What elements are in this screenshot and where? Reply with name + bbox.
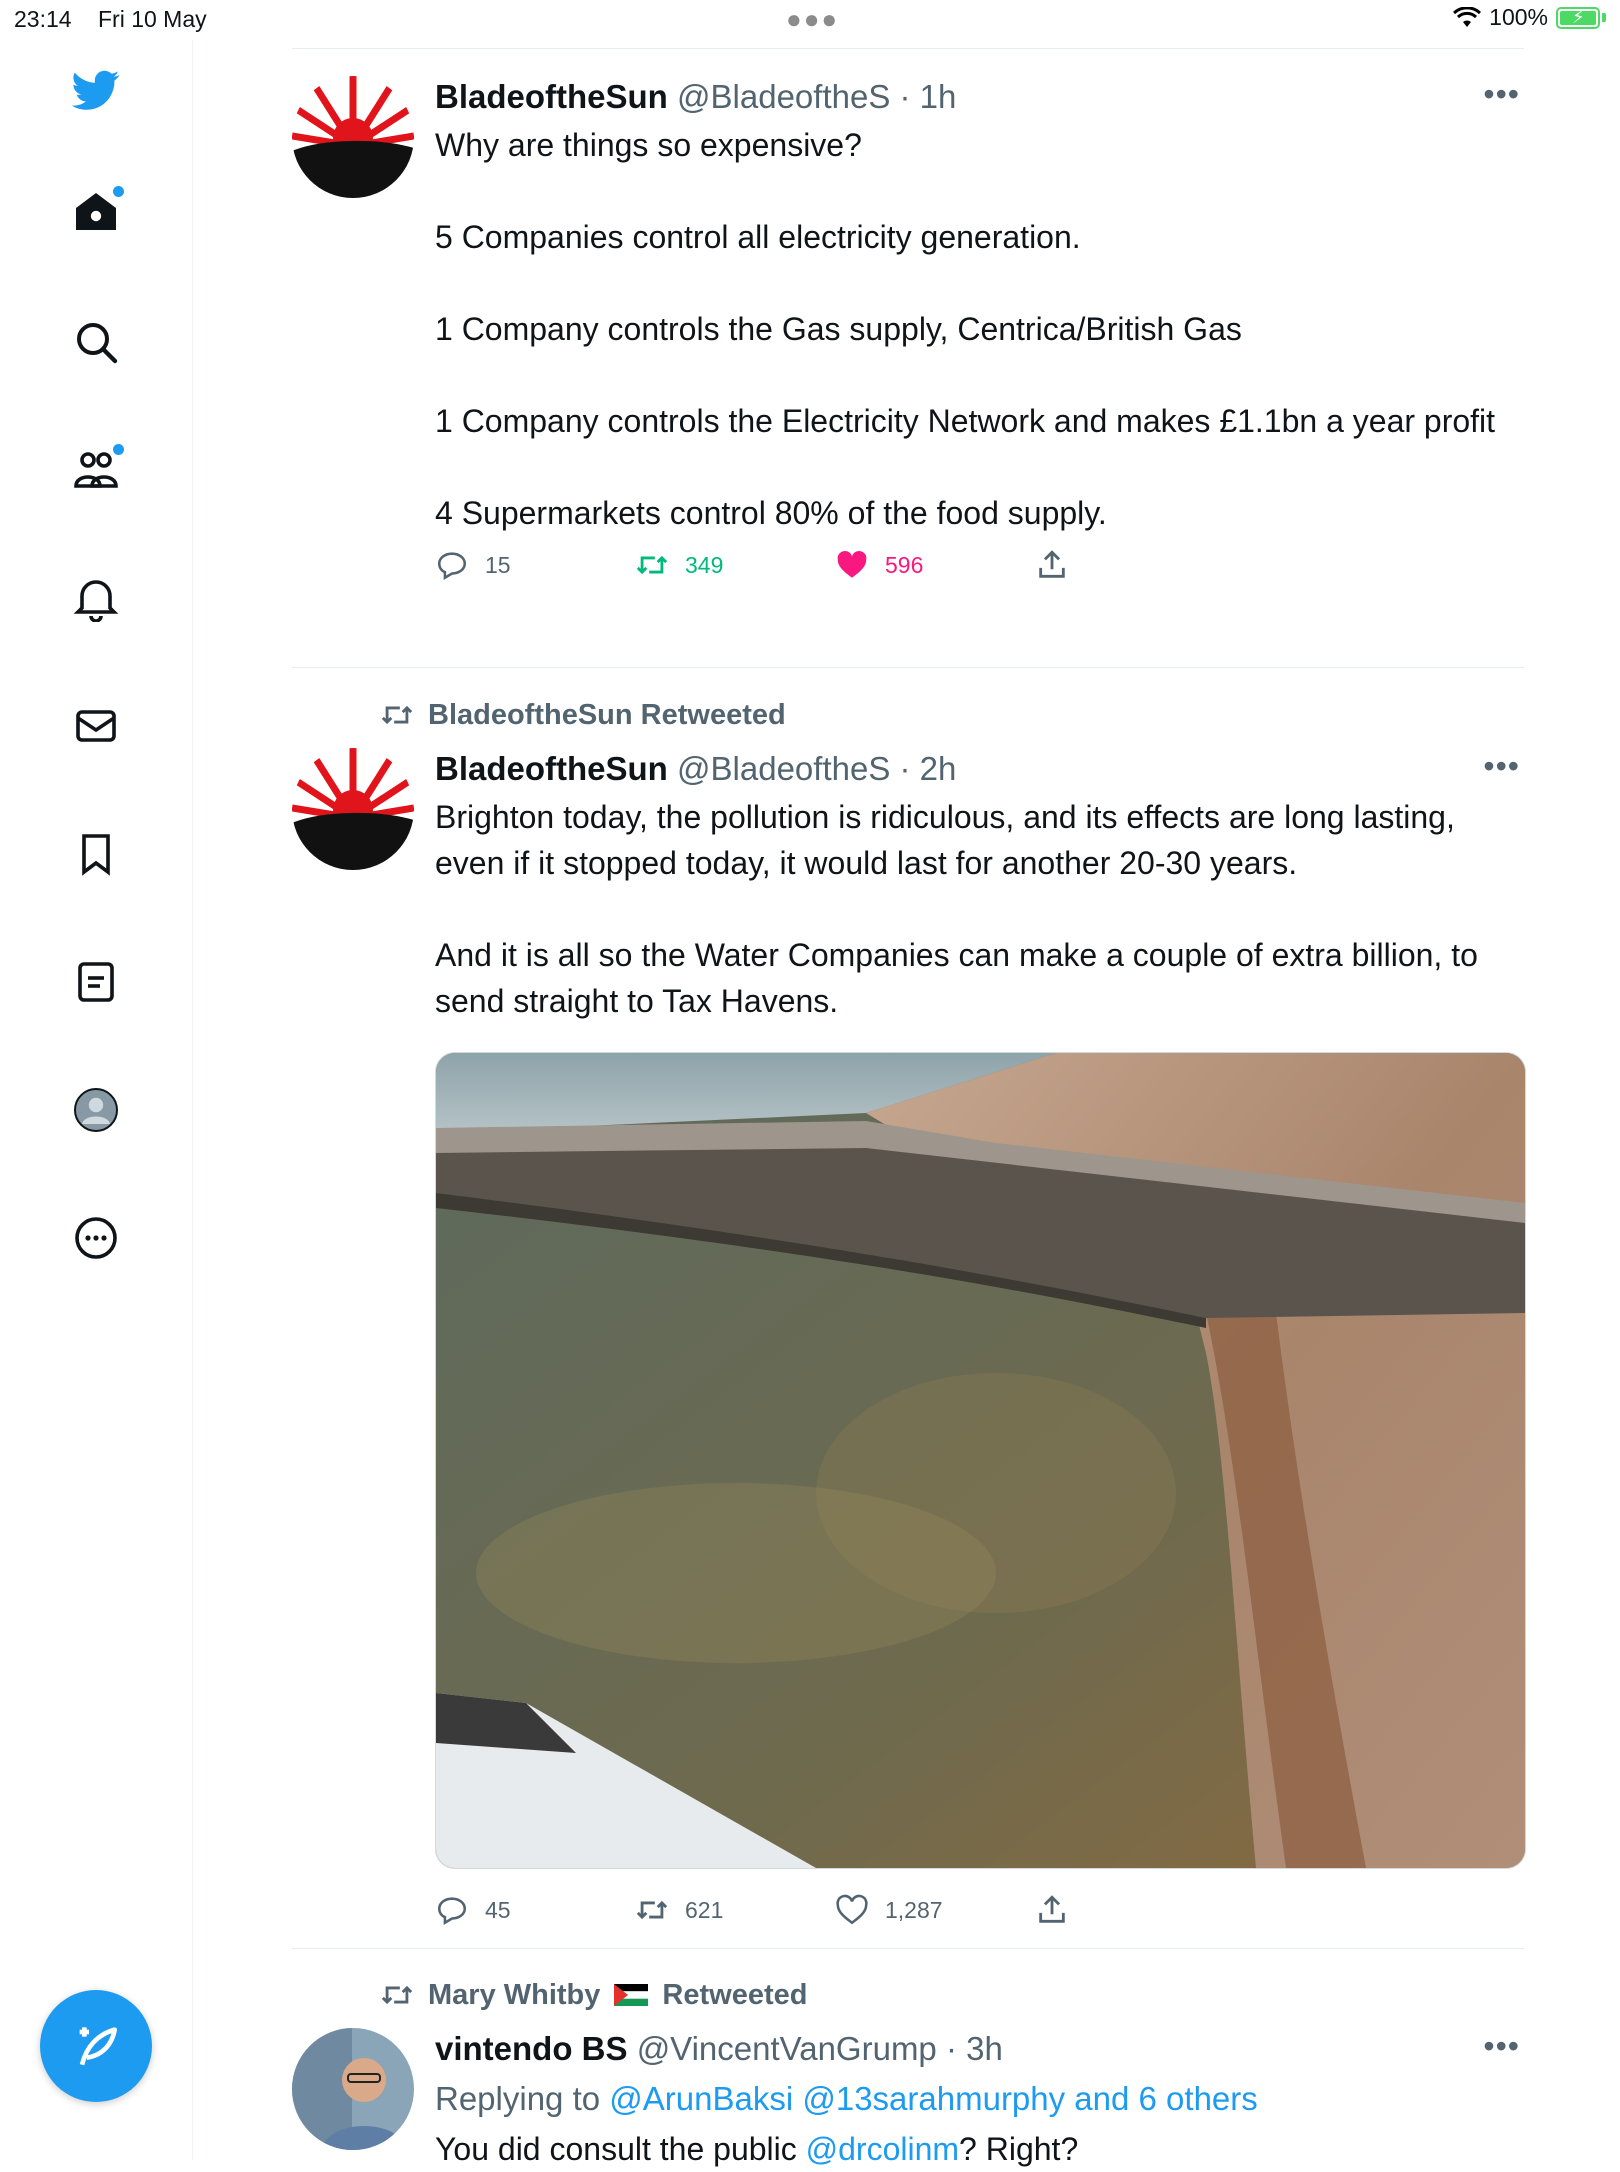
bell-icon[interactable] — [66, 568, 126, 628]
reply-count: 45 — [485, 1896, 511, 1923]
tweet-photo[interactable] — [435, 1052, 1526, 1869]
twitter-logo-icon[interactable] — [66, 60, 126, 120]
share-icon — [1039, 1895, 1065, 1923]
feed-divider — [292, 48, 1524, 49]
battery-percent: 100% — [1489, 4, 1548, 30]
compose-feather-icon — [79, 2027, 117, 2066]
retweet-count: 621 — [685, 1896, 724, 1923]
tweet-text: Why are things so expensive? 5 Companies… — [435, 127, 1496, 531]
battery-icon: ⚡ — [1556, 6, 1600, 29]
retweet-count: 349 — [685, 551, 724, 578]
display-name[interactable]: BladeoftheSun — [435, 750, 668, 787]
palestine-flag-icon — [614, 1984, 649, 2006]
status-date: Fri 10 May — [98, 6, 207, 32]
tweet-content: vintendo BS @VincentVanGrump · 3h ••• Re… — [435, 2028, 1524, 2172]
like-button[interactable]: 596 — [835, 548, 923, 582]
avatar[interactable] — [292, 2028, 414, 2150]
sidebar-nav — [0, 40, 193, 2160]
retweet-icon — [381, 1985, 413, 2005]
retweeted-by-label: BladeoftheSun Retweeted — [428, 698, 786, 731]
retweeted-by-name: Mary Whitby — [428, 1978, 601, 2011]
tweet-header: vintendo BS @VincentVanGrump · 3h — [435, 2028, 1524, 2070]
like-count: 1,287 — [885, 1896, 943, 1923]
user-handle[interactable]: @VincentVanGrump — [637, 2030, 937, 2067]
tweet-text-start: You did consult the public — [435, 2131, 806, 2167]
like-button[interactable]: 1,287 — [835, 1893, 943, 1927]
tweet-more-icon[interactable]: ••• — [1483, 76, 1520, 113]
feed-divider — [292, 1948, 1524, 1949]
status-right: 100% ⚡ — [1453, 4, 1606, 31]
status-time: 23:14 — [14, 6, 72, 32]
tweet-header: BladeoftheSun @BladeoftheS · 2h — [435, 748, 1524, 790]
home-icon[interactable] — [66, 182, 126, 242]
user-handle[interactable]: @BladeoftheS — [677, 750, 890, 787]
retweet-context[interactable]: Mary Whitby Retweeted — [380, 1978, 807, 2012]
reply-button[interactable]: 45 — [435, 1893, 511, 1927]
tweet-time[interactable]: · 3h — [946, 2030, 1003, 2067]
retweet-icon — [636, 1900, 668, 1920]
reply-icon — [437, 1897, 467, 1926]
lists-icon[interactable] — [66, 952, 126, 1012]
tweet-more-icon[interactable]: ••• — [1483, 748, 1520, 785]
tweet-time[interactable]: · 2h — [900, 750, 957, 787]
wifi-icon — [1453, 6, 1482, 27]
heart-outline-icon — [836, 1894, 868, 1925]
user-handle[interactable]: @BladeoftheS — [677, 78, 890, 115]
heart-filled-icon — [837, 550, 867, 578]
communities-icon[interactable] — [66, 440, 126, 500]
share-icon — [1039, 550, 1065, 578]
retweet-icon — [381, 705, 413, 725]
display-name[interactable]: BladeoftheSun — [435, 78, 668, 115]
share-button[interactable] — [1035, 548, 1069, 582]
reply-count: 15 — [485, 551, 511, 578]
tweet-content: BladeoftheSun @BladeoftheS · 1h ••• Why … — [435, 76, 1524, 598]
tweet-header: BladeoftheSun @BladeoftheS · 1h — [435, 76, 1524, 118]
reply-button[interactable]: 15 — [435, 548, 511, 582]
mention-link[interactable]: @drcolinm — [806, 2131, 959, 2167]
retweet-button[interactable]: 621 — [635, 1893, 723, 1927]
share-button[interactable] — [1035, 1893, 1069, 1927]
compose-tweet-button[interactable] — [40, 1990, 152, 2102]
tweet-actions: 15 349 596 — [435, 548, 1524, 598]
tweet-content: BladeoftheSun @BladeoftheS · 2h ••• Brig… — [435, 748, 1526, 1943]
communities-notification-dot — [113, 444, 124, 455]
search-icon[interactable] — [66, 312, 126, 372]
more-options-icon[interactable] — [66, 1208, 126, 1268]
retweet-icon — [636, 555, 668, 575]
tweet-text-end: ? Right? — [959, 2131, 1079, 2167]
avatar[interactable] — [292, 76, 414, 198]
retweeted-suffix: Retweeted — [662, 1978, 808, 2011]
display-name[interactable]: vintendo BS — [435, 2030, 628, 2067]
retweet-button[interactable]: 349 — [635, 548, 723, 582]
status-bar: 23:14 Fri 10 May ●●● 100% ⚡ — [0, 0, 1620, 40]
tweet-text: You did consult the public @drcolinm? Ri… — [435, 2126, 1524, 2172]
like-count: 596 — [885, 551, 924, 578]
replying-to-users-link[interactable]: @ArunBaksi @13sarahmurphy and 6 others — [609, 2080, 1258, 2117]
profile-avatar-icon[interactable] — [66, 1080, 126, 1140]
replying-to: Replying to @ArunBaksi @13sarahmurphy an… — [435, 2078, 1524, 2120]
retweet-context[interactable]: BladeoftheSun Retweeted — [380, 698, 786, 732]
multitasking-dots-icon[interactable]: ●●● — [786, 4, 839, 35]
bookmark-icon[interactable] — [66, 824, 126, 884]
tweet-actions: 45 621 1,287 — [435, 1893, 1524, 1943]
feed-divider — [292, 667, 1524, 668]
tweet-time[interactable]: · 1h — [900, 78, 957, 115]
messages-icon[interactable] — [66, 696, 126, 756]
reply-icon — [437, 552, 467, 581]
replying-to-label: Replying to — [435, 2080, 601, 2117]
avatar[interactable] — [292, 748, 414, 870]
home-notification-dot — [113, 186, 124, 197]
tweet-text: Brighton today, the pollution is ridicul… — [435, 799, 1478, 1019]
tweet-more-icon[interactable]: ••• — [1483, 2028, 1520, 2065]
